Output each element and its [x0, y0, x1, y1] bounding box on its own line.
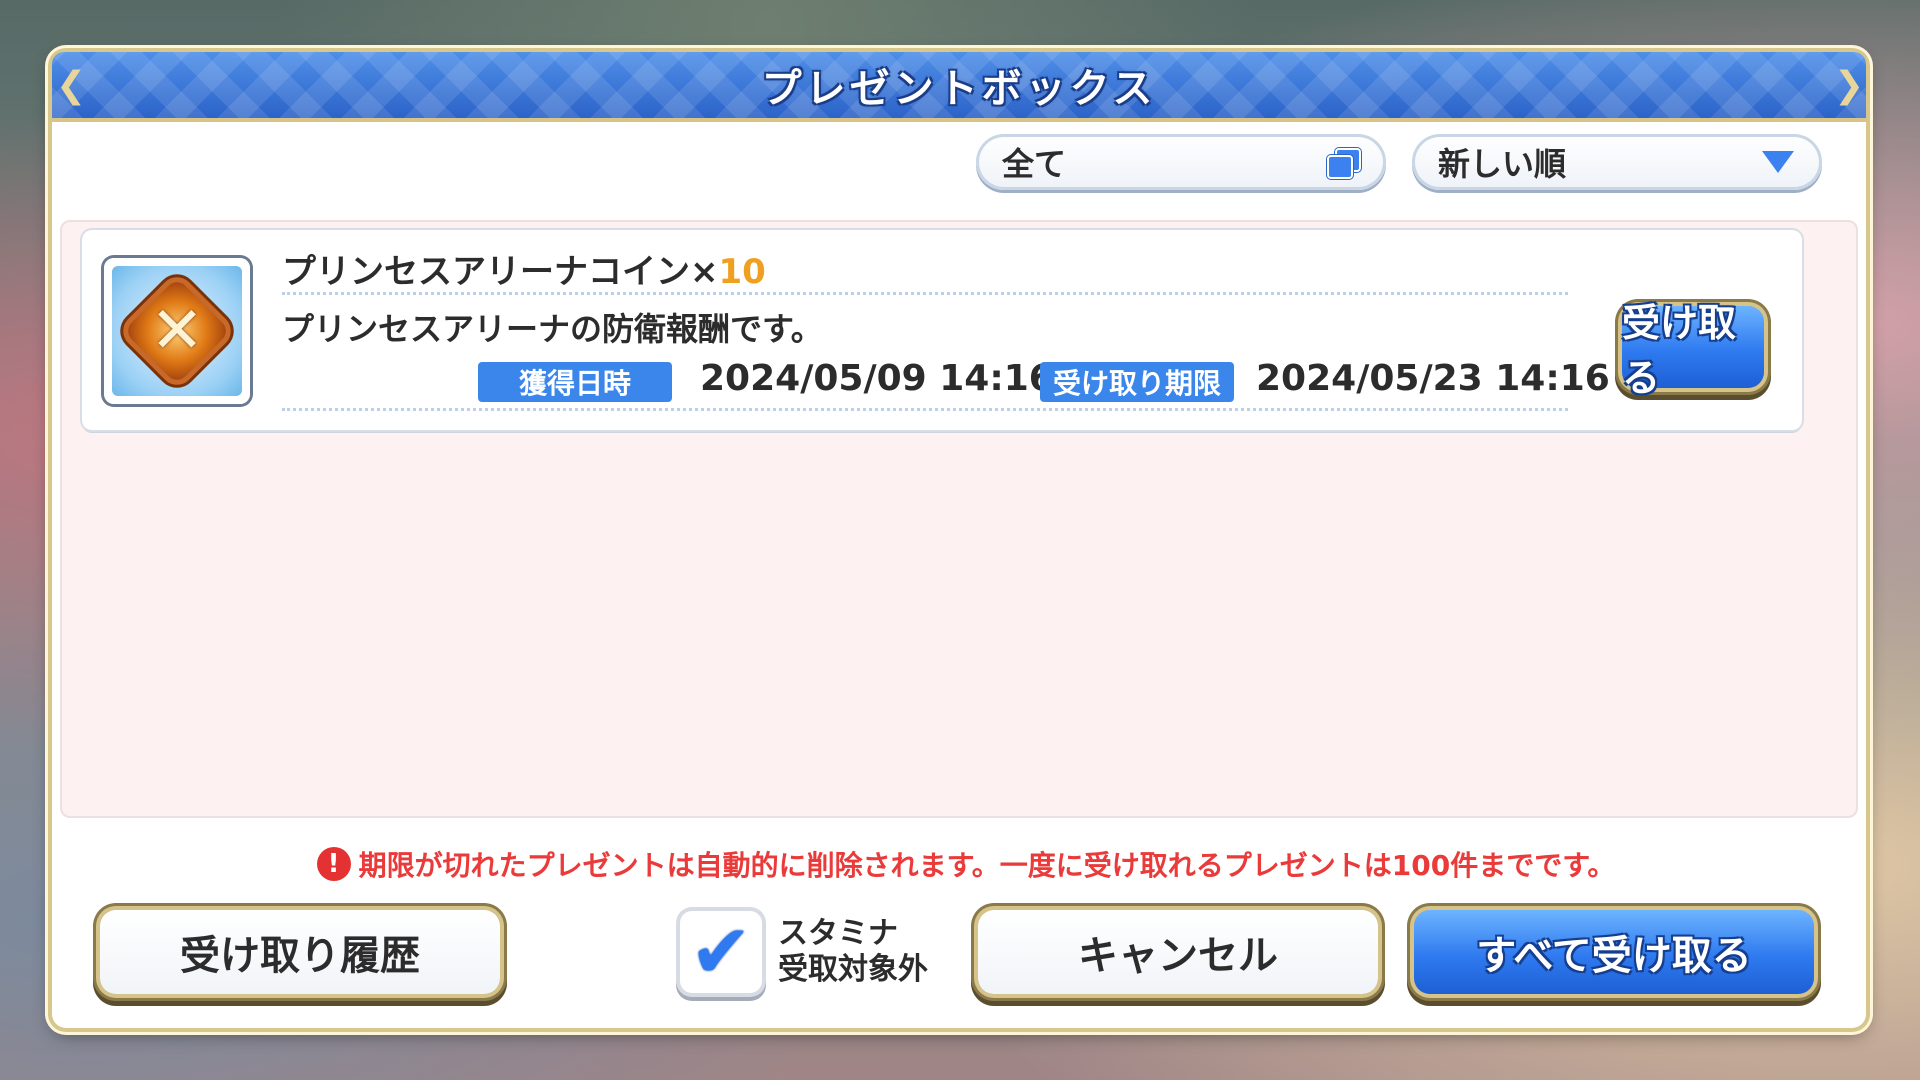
present-item: ✕ プリンセスアリーナコイン×10 プリンセスアリーナの防衛報酬です。 獲得日時… [82, 230, 1802, 430]
receive-history-button[interactable]: 受け取り履歴 [100, 910, 500, 994]
receive-button[interactable]: 受け取る [1622, 301, 1764, 400]
arena-coin-icon: ✕ [112, 266, 242, 396]
dialog-title: プレゼントボックス [761, 66, 1157, 112]
cancel-button[interactable]: キャンセル [978, 910, 1378, 994]
present-list[interactable]: ✕ プリンセスアリーナコイン×10 プリンセスアリーナの防衛報酬です。 獲得日時… [60, 220, 1858, 818]
divider [282, 408, 1568, 411]
item-name-text: プリンセスアリーナコイン× [282, 252, 719, 292]
dialog-header: ❮ プレゼントボックス ❯ [52, 52, 1866, 122]
expiry-warning: ! 期限が切れたプレゼントは自動的に削除されます。一度に受け取れるプレゼントは1… [206, 842, 1726, 886]
stamina-label-line1: スタミナ [778, 916, 898, 951]
divider [282, 292, 1568, 295]
acquired-date: 2024/05/09 14:16 [700, 358, 1054, 399]
item-name: プリンセスアリーナコイン×10 [282, 244, 766, 293]
item-description: プリンセスアリーナの防衛報酬です。 [282, 310, 823, 348]
checkmark-icon: ✔ [689, 909, 752, 995]
present-box-dialog: ❮ プレゼントボックス ❯ 全て 新しい順 ✕ プリンセスアリーナコイン×10 [52, 52, 1866, 1028]
exclamation-icon: ! [316, 847, 351, 881]
triangle-down-icon [1760, 146, 1796, 178]
deadline-date: 2024/05/23 14:16 [1256, 358, 1610, 399]
corner-ornament-left-icon: ❮ [56, 65, 87, 106]
stamina-label-line2: 受取対象外 [778, 952, 928, 987]
filter-label: 全て [1002, 145, 1067, 183]
stamina-label: スタミナ 受取対象外 [778, 916, 928, 988]
corner-ornament-right-icon: ❯ [1834, 65, 1865, 106]
filter-dropdown[interactable]: 全て [976, 134, 1386, 190]
item-quantity: 10 [718, 252, 766, 292]
stack-icon [1324, 146, 1361, 179]
item-icon-frame: ✕ [104, 258, 250, 404]
sort-dropdown[interactable]: 新しい順 [1412, 134, 1822, 190]
stamina-exclude-toggle[interactable]: ✔ スタミナ 受取対象外 [680, 904, 928, 1000]
deadline-tag: 受け取り期限 [1040, 362, 1234, 402]
sort-label: 新しい順 [1438, 145, 1567, 183]
acquired-date-tag: 獲得日時 [478, 362, 672, 402]
receive-all-button[interactable]: すべて受け取る [1414, 910, 1814, 994]
stamina-checkbox[interactable]: ✔ [680, 911, 762, 993]
warning-text: 期限が切れたプレゼントは自動的に削除されます。一度に受け取れるプレゼントは100… [358, 849, 1616, 882]
